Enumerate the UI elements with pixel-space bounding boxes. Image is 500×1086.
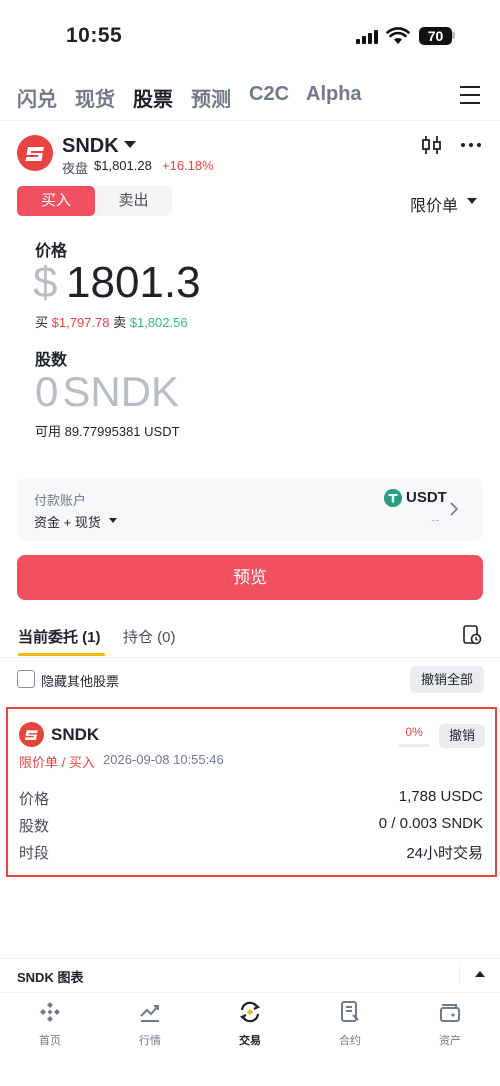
- order-session-label: 时段: [19, 845, 50, 862]
- sell-tab[interactable]: 卖出: [95, 186, 172, 216]
- wifi-icon: [386, 27, 410, 44]
- fill-progress-bar: [398, 744, 430, 747]
- payment-account-selector[interactable]: 付款账户 资金 + 现货 USDT --: [17, 478, 483, 541]
- top-tab-spot[interactable]: 现货: [75, 83, 115, 112]
- price-change: +16.18%: [162, 158, 214, 173]
- order-time: 2026-09-08 10:55:46: [103, 752, 224, 767]
- home-icon: [40, 1002, 60, 1022]
- ask-price[interactable]: $1,802.56: [130, 315, 188, 330]
- available-balance: 可用 89.77995381 USDT: [35, 424, 180, 439]
- payment-amount: --: [431, 512, 440, 527]
- battery-icon: 70: [419, 27, 452, 45]
- chevron-down-icon[interactable]: [124, 141, 136, 148]
- order-session-value: 24小时交易: [406, 845, 483, 862]
- bottom-nav-label: 合约: [339, 1035, 361, 1047]
- currency-symbol: $: [33, 258, 58, 307]
- chevron-up-icon[interactable]: [475, 971, 485, 977]
- battery-tip: [452, 32, 455, 39]
- tab-open-orders[interactable]: 当前委托 (1): [18, 626, 101, 647]
- quantity-value: 0: [35, 368, 59, 415]
- order-qty-value: 0 / 0.003 SNDK: [378, 815, 483, 832]
- trade-icon: [239, 1001, 261, 1023]
- top-tab-alpha[interactable]: Alpha: [306, 83, 362, 106]
- more-options-icon[interactable]: [461, 143, 483, 149]
- menu-icon[interactable]: [460, 86, 482, 104]
- bid-label: 买: [35, 315, 49, 330]
- bid-ask-line: 买 $1,797.78 卖 $1,802.56: [35, 312, 188, 331]
- ask-label: 卖: [113, 315, 127, 330]
- open-order-card: SNDK 限价单 / 买入 2026-09-08 10:55:46 0% 撤销 …: [6, 707, 497, 877]
- chevron-down-icon[interactable]: [467, 198, 477, 204]
- hide-other-stocks-label[interactable]: 隐藏其他股票: [41, 671, 119, 690]
- top-tab-stocks[interactable]: 股票: [133, 83, 173, 112]
- bottom-nav-label: 首页: [39, 1035, 61, 1047]
- wallet-icon: [440, 1004, 460, 1022]
- divider: [0, 958, 500, 959]
- usdt-icon: [384, 489, 402, 507]
- divider: [459, 966, 460, 984]
- payment-account-value[interactable]: 资金 + 现货: [34, 512, 101, 531]
- cancel-all-button[interactable]: 撤销全部: [410, 666, 484, 693]
- order-price-label: 价格: [19, 791, 50, 808]
- sndk-logo-icon: [17, 135, 53, 171]
- chevron-right-icon[interactable]: [450, 502, 458, 516]
- order-type-select[interactable]: 限价单: [410, 192, 458, 216]
- top-tab-c2c[interactable]: C2C: [249, 83, 289, 106]
- bottom-nav-assets[interactable]: 资产: [420, 1000, 480, 1050]
- quantity-unit: SNDK: [62, 368, 180, 415]
- bottom-nav-futures[interactable]: 合约: [320, 1000, 380, 1050]
- last-price: $1,801.28: [94, 158, 152, 173]
- divider: [0, 120, 500, 121]
- sndk-logo-icon: [19, 722, 44, 747]
- cellular-signal-icon: [356, 30, 380, 44]
- quantity-label: 股数: [35, 352, 68, 369]
- top-nav: 闪兑 现货 股票 预测 C2C Alpha: [0, 76, 500, 118]
- bottom-nav-label: 行情: [139, 1035, 161, 1047]
- bid-price[interactable]: $1,797.78: [52, 315, 110, 330]
- bottom-nav-label: 资产: [439, 1035, 461, 1047]
- fill-percent: 0%: [405, 725, 423, 739]
- divider: [0, 657, 500, 658]
- order-history-icon[interactable]: [462, 625, 482, 645]
- status-time: 10:55: [66, 24, 123, 47]
- symbol-name[interactable]: SNDK: [62, 135, 119, 158]
- order-price-value: 1,788 USDC: [398, 788, 483, 805]
- hide-other-stocks-checkbox[interactable]: [17, 670, 35, 688]
- chevron-down-icon[interactable]: [109, 518, 117, 523]
- session-label: 夜盘: [62, 161, 89, 176]
- payment-currency: USDT: [406, 489, 447, 506]
- order-type-side: 限价单 / 买入: [19, 755, 95, 770]
- top-tab-convert[interactable]: 闪兑: [17, 83, 57, 112]
- quantity-input[interactable]: 0SNDK: [35, 368, 179, 416]
- chart-drawer-label[interactable]: SNDK 图表: [17, 967, 83, 986]
- status-bar: 10:55 70: [0, 0, 500, 70]
- bottom-nav-trade[interactable]: 交易: [220, 1000, 280, 1050]
- divider: [0, 992, 500, 993]
- order-symbol: SNDK: [51, 725, 100, 744]
- cancel-order-button[interactable]: 撤销: [439, 724, 485, 748]
- buy-sell-toggle: 买入 卖出: [17, 186, 172, 216]
- price-input[interactable]: 1801.3: [66, 258, 201, 308]
- payment-account-label: 付款账户: [34, 493, 87, 508]
- candlestick-chart-icon[interactable]: [421, 135, 443, 155]
- futures-icon: [341, 1001, 359, 1022]
- tab-holdings[interactable]: 持仓 (0): [123, 626, 176, 647]
- preview-button[interactable]: 预览: [17, 555, 483, 600]
- active-tab-indicator: [18, 653, 105, 656]
- top-tab-prediction[interactable]: 预测: [191, 83, 231, 112]
- order-qty-label: 股数: [19, 818, 50, 835]
- bottom-nav-home[interactable]: 首页: [20, 1000, 80, 1050]
- bottom-nav-label: 交易: [239, 1035, 261, 1047]
- buy-tab[interactable]: 买入: [17, 186, 95, 216]
- markets-icon: [140, 1005, 159, 1022]
- bottom-nav-markets[interactable]: 行情: [120, 1000, 180, 1050]
